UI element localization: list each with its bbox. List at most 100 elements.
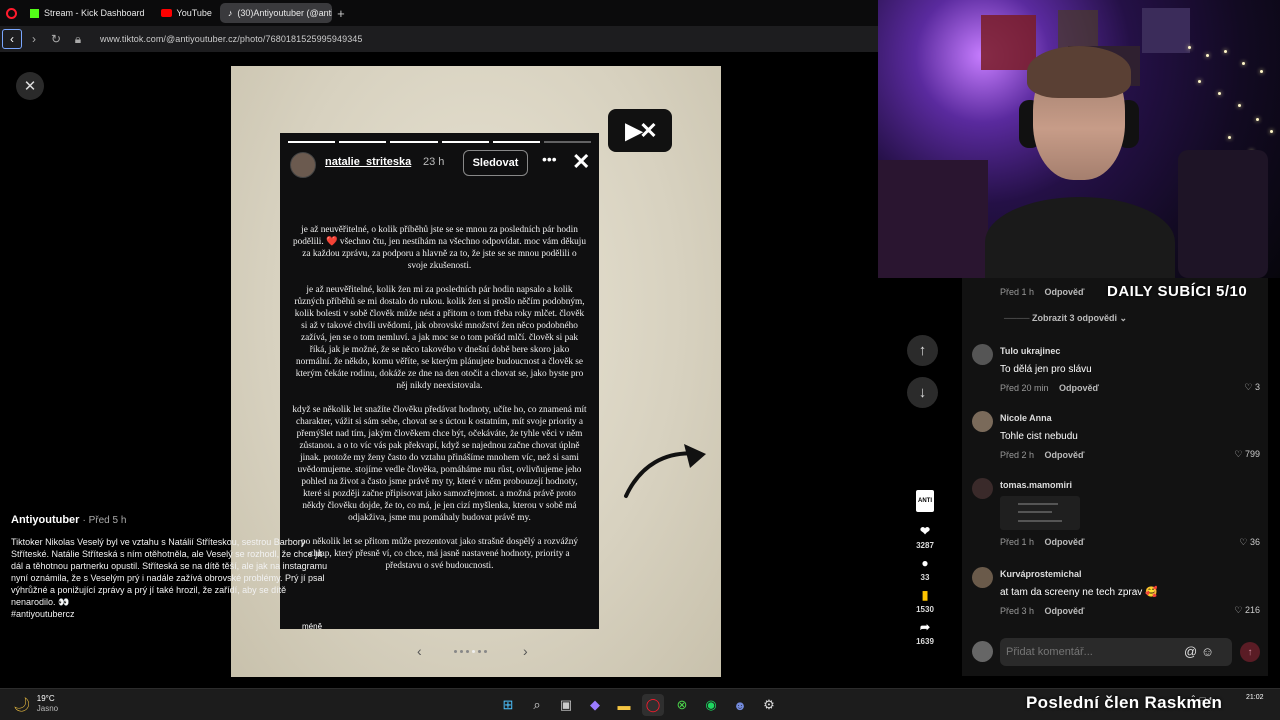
next-video-button[interactable]: ↓ — [907, 377, 938, 408]
like-count: 3287 — [916, 541, 934, 550]
copilot-icon[interactable]: ◆ — [584, 694, 606, 716]
story-text: je až neuvěřitelné, o kolik příběhů jste… — [292, 224, 587, 584]
new-tab-button[interactable]: + — [332, 6, 350, 21]
reply-link[interactable]: Odpověď — [1045, 606, 1085, 616]
story-paragraph: po několik let se přitom může prezentova… — [300, 537, 578, 571]
moon-icon: 🌙︎ — [13, 695, 31, 712]
back-button[interactable]: ‹ — [2, 29, 22, 49]
comment-icon[interactable]: ● — [921, 556, 928, 570]
view-replies-button[interactable]: ──── Zobrazit 3 odpovědi ⌄ — [1004, 313, 1127, 324]
story-paragraph: když se několik let snažíte člověku před… — [292, 405, 587, 523]
spotify-icon[interactable]: ◉ — [700, 694, 722, 716]
reply-link[interactable]: Odpověď — [1045, 287, 1085, 297]
reply-link[interactable]: Odpověď — [1045, 537, 1085, 547]
story-progress-bar — [288, 141, 592, 143]
avatar[interactable] — [972, 344, 993, 365]
opera-logo-icon[interactable] — [0, 2, 22, 24]
webcam-background — [878, 160, 988, 278]
story-time: 23 h — [423, 156, 445, 168]
close-viewer-button[interactable]: ✕ — [16, 72, 44, 100]
carousel-prev-button[interactable]: ‹ — [417, 643, 422, 659]
daily-subs-label: DAILY SUBÍCI 5/10 — [1107, 283, 1248, 300]
forward-button[interactable]: › — [24, 29, 44, 49]
clock[interactable]: 21:02 — [1246, 693, 1264, 703]
reply-link[interactable]: Odpověď — [1045, 450, 1085, 460]
carousel-dots — [454, 650, 487, 653]
reply-link[interactable]: Odpověď — [1059, 383, 1099, 393]
antiyoutuber-logo-icon: ▶✕ — [608, 109, 672, 152]
webcam-overlay — [878, 0, 1280, 278]
avatar[interactable] — [972, 567, 993, 588]
bookmark-count: 1530 — [916, 605, 934, 614]
task-view-icon[interactable]: ▣ — [555, 694, 577, 716]
weather-desc: Jasno — [36, 704, 59, 713]
comment-time: Před 3 h — [1000, 606, 1035, 616]
story-follow-button: Sledovat — [463, 150, 528, 176]
previous-video-button[interactable]: ↑ — [907, 335, 938, 366]
streamer — [985, 46, 1175, 278]
bookmark-icon[interactable]: ▮ — [922, 588, 929, 602]
post-time: · Před 5 h — [82, 515, 127, 526]
comment-text: To dělá jen pro slávu — [1000, 364, 1092, 375]
comment-like-button[interactable]: ♡ 799 — [1234, 449, 1260, 460]
comment-footer: Před 20 min Odpověď — [1000, 383, 1099, 393]
comment-like-button[interactable]: ♡ 36 — [1239, 537, 1260, 548]
caption-text: Tiktoker Nikolas Veselý byl ve vztahu s … — [11, 537, 328, 607]
avatar — [972, 641, 993, 662]
story-paragraph: je až neuvěřitelné, o kolik příběhů jste… — [292, 225, 586, 271]
author-name[interactable]: Antiyoutuber — [11, 514, 79, 526]
comment-like-button[interactable]: ♡ 216 — [1234, 605, 1260, 616]
url-field[interactable]: www.tiktok.com/@antiyoutuber.cz/photo/76… — [100, 34, 363, 44]
tab-tiktok-active[interactable]: ♪ (30)Antiyoutuber (@anti — [219, 3, 332, 23]
comment-user[interactable]: tomas.mamomiri — [1000, 480, 1072, 490]
tab-label: (30)Antiyoutuber (@anti — [237, 8, 332, 18]
post-author[interactable]: Antiyoutuber · Před 5 h — [11, 514, 126, 526]
story-username: natalie_striteska — [325, 156, 412, 168]
send-comment-button[interactable]: ↑ — [1240, 642, 1260, 662]
comment-item: Nicole Anna Tohle cist nebudu Před 2 h O… — [972, 411, 1262, 461]
reload-icon[interactable]: ↻ — [46, 29, 66, 49]
hashtag-link[interactable]: #antiyoutubercz — [11, 609, 75, 619]
fairy-lights — [1178, 40, 1278, 160]
screen: Stream - Kick Dashboard YouTube ♪ (30)An… — [0, 0, 1280, 720]
emoji-icon[interactable]: ☺ — [1201, 644, 1214, 659]
story-less-link: méně — [302, 622, 323, 631]
creator-avatar[interactable]: ANTI — [916, 490, 934, 512]
story-avatar — [290, 152, 316, 178]
comment-like-button[interactable]: ♡ 3 — [1244, 382, 1260, 393]
windows-start-icon[interactable]: ⊞ — [497, 694, 519, 716]
curved-arrow-icon — [624, 444, 706, 498]
tab-youtube[interactable]: YouTube — [153, 3, 220, 23]
carousel-next-button[interactable]: › — [523, 643, 528, 659]
comment-image[interactable] — [1000, 496, 1080, 530]
search-icon[interactable]: ⌕ — [526, 694, 548, 716]
avatar[interactable] — [972, 478, 993, 499]
mention-icon[interactable]: @ — [1184, 644, 1197, 659]
youtube-icon — [160, 9, 172, 17]
comment-user[interactable]: Nicole Anna — [1000, 413, 1052, 423]
taskbar-apps: ⊞ ⌕ ▣ ◆ ▬ ◯ ⊗ ◉ ☻ ⚙ — [497, 694, 780, 716]
comments-panel: Před 1 h Odpověď ──── Zobrazit 3 odpověd… — [962, 278, 1268, 676]
settings-gear-icon[interactable]: ⚙ — [758, 694, 780, 716]
like-count: 36 — [1249, 537, 1260, 547]
discord-icon[interactable]: ☻ — [729, 694, 751, 716]
share-icon[interactable]: ➦ — [920, 620, 930, 634]
story-close-icon: ✕ — [572, 149, 591, 174]
tiktok-icon: ♪ — [227, 7, 233, 18]
heart-icon[interactable]: ❤ — [920, 524, 930, 538]
avatar[interactable] — [972, 411, 993, 432]
tab-kick-dashboard[interactable]: Stream - Kick Dashboard — [22, 3, 153, 23]
weather-widget[interactable]: 🌙︎ 19°C Jasno — [13, 694, 58, 714]
comment-text: at tam da screeny ne tech zprav 🥰 — [1000, 587, 1158, 598]
comment-time: Před 1 h — [1000, 537, 1035, 547]
comment-footer: Před 3 h Odpověď — [1000, 606, 1085, 616]
file-explorer-icon[interactable]: ▬ — [613, 694, 635, 716]
comment-user[interactable]: Tulo ukrajinec — [1000, 346, 1060, 356]
like-count: 3 — [1254, 382, 1260, 392]
kick-icon — [30, 8, 39, 18]
xbox-icon[interactable]: ⊗ — [671, 694, 693, 716]
comment-count: 33 — [920, 573, 930, 582]
comment-user[interactable]: Kurváprostemichal — [1000, 569, 1082, 579]
opera-icon[interactable]: ◯ — [642, 694, 664, 716]
comment-time: Před 2 h — [1000, 450, 1035, 460]
